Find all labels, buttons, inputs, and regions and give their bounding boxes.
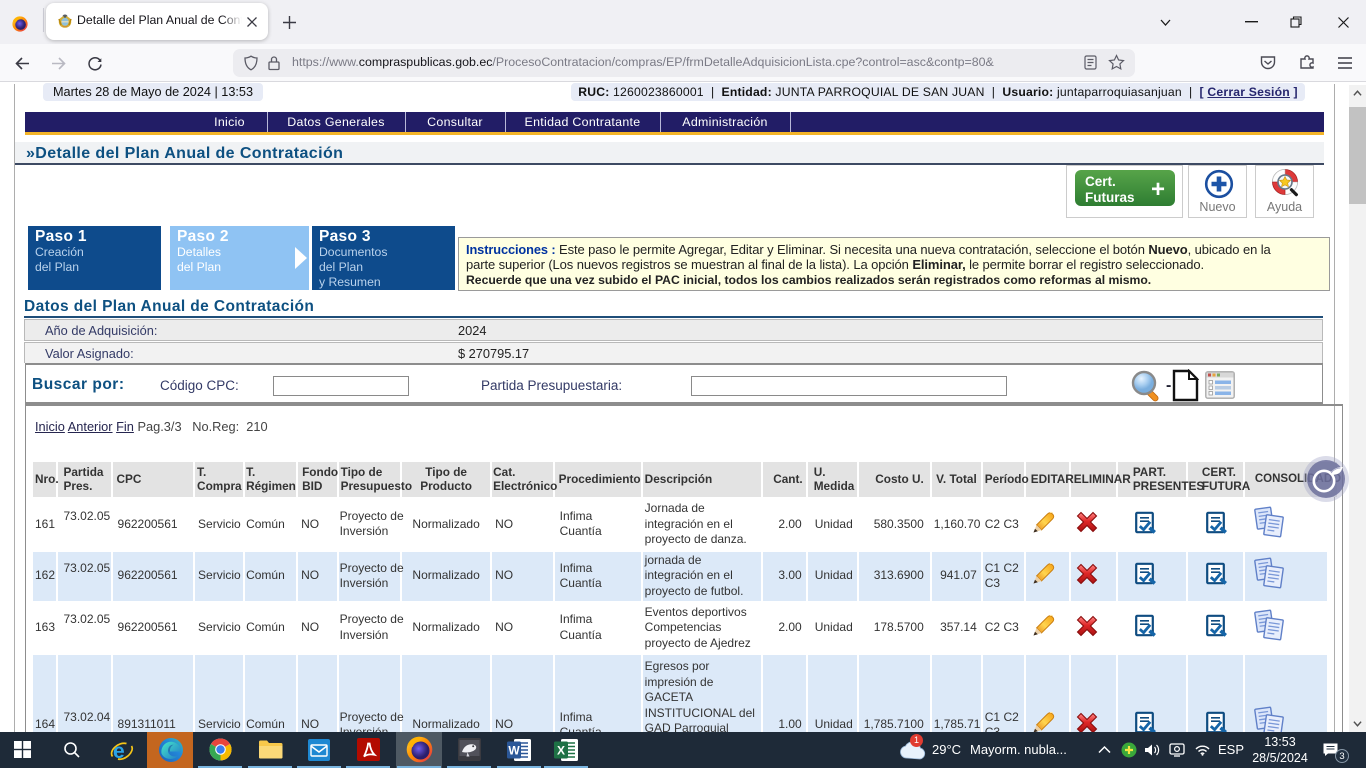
svg-text:X: X [557,744,565,758]
svg-text:W: W [508,744,520,758]
